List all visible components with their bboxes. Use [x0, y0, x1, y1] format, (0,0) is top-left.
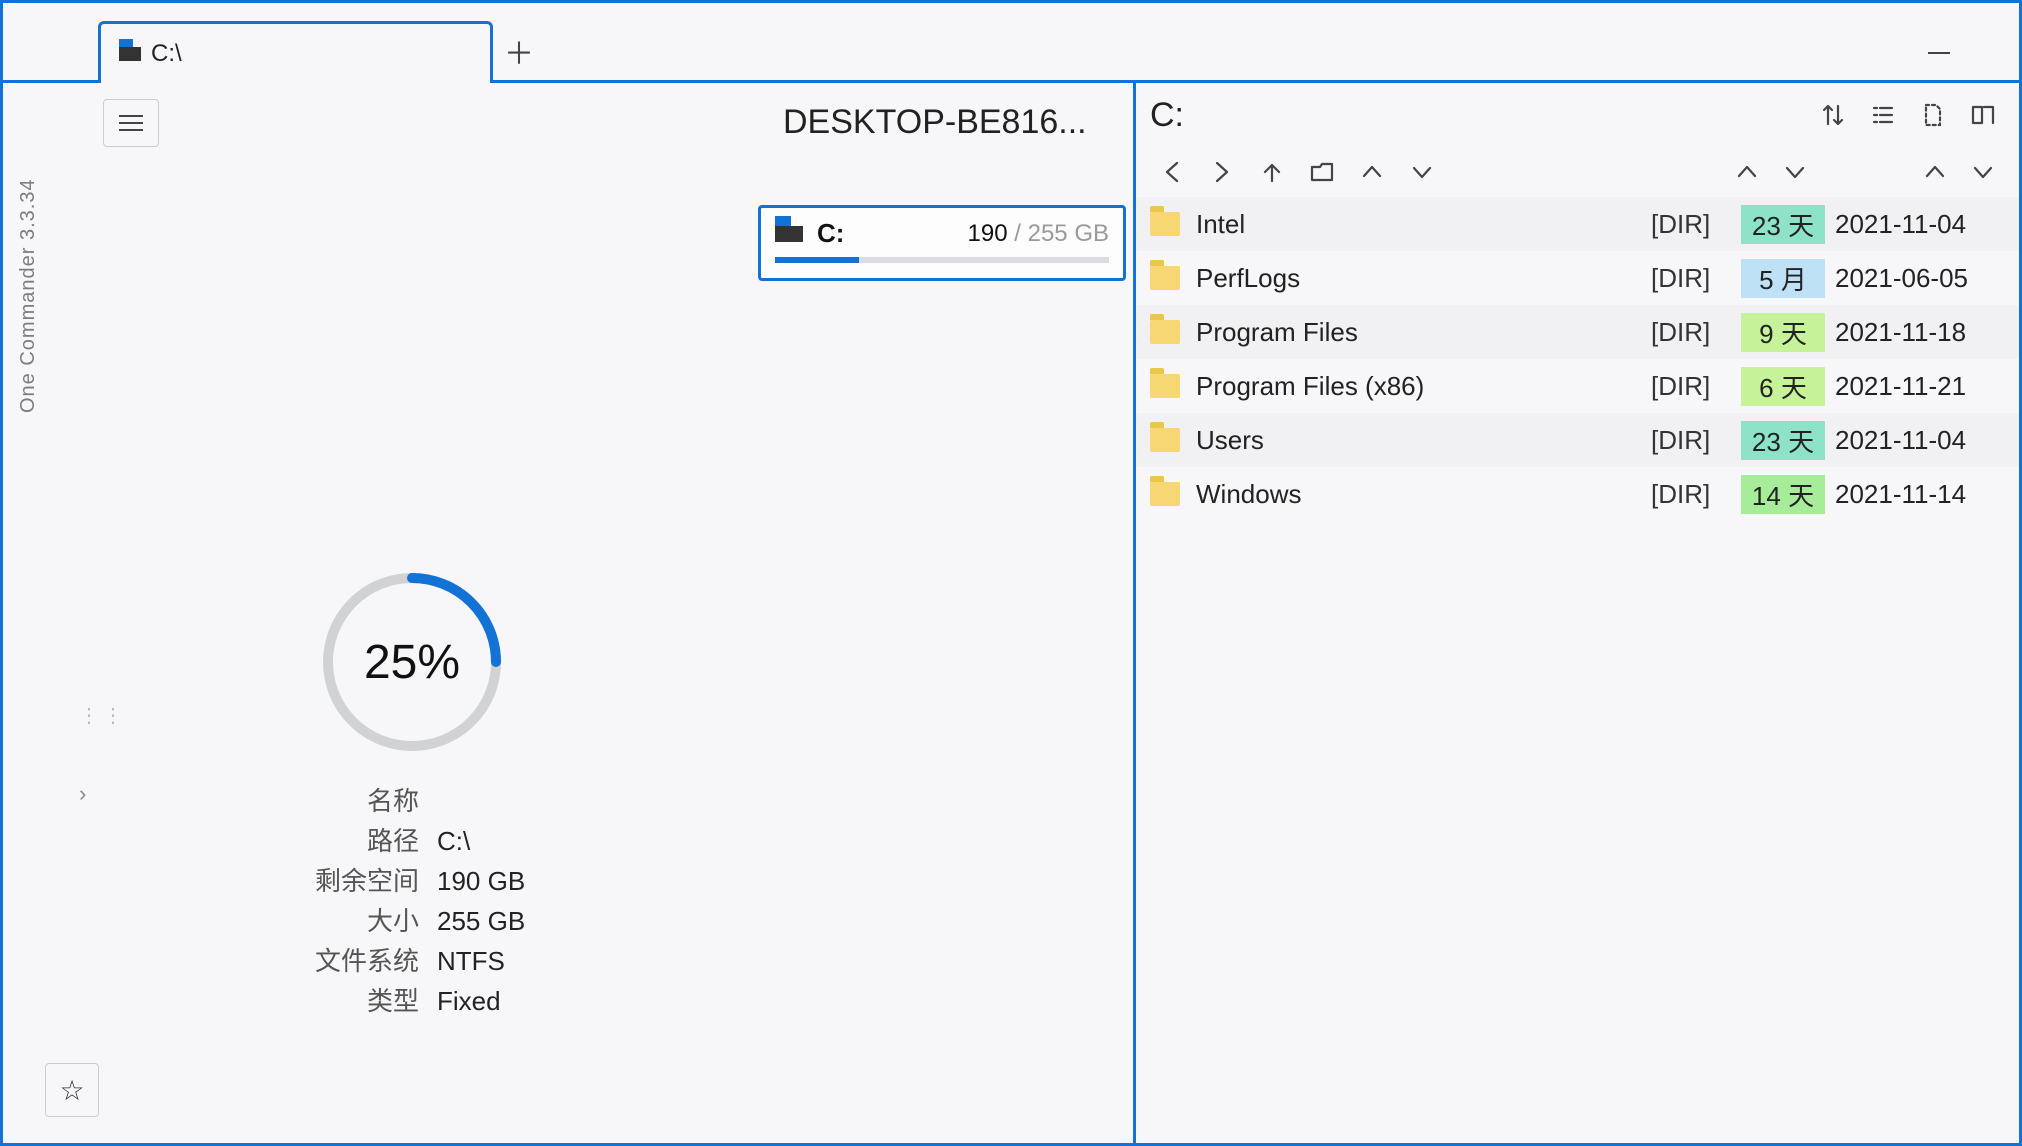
file-name: Program Files (x86) [1196, 371, 1651, 402]
app-window: One Commander 3.3.34 C:\ ＋ DESKTOP-BE816… [0, 0, 2022, 1146]
folder-icon [1150, 212, 1180, 236]
info-name-label: 名称 [301, 781, 419, 821]
file-type: [DIR] [1651, 371, 1731, 402]
drive-info-table: 名称 路径 C:\ 剩余空间 190 GB 大小 255 GB 文件系统 NTFS 类型… [301, 781, 525, 1021]
info-type-label: 类型 [301, 981, 419, 1021]
info-size-value: 255 GB [437, 901, 525, 941]
list-view-icon[interactable] [1861, 93, 1905, 137]
info-type-value: Fixed [437, 981, 501, 1021]
file-name: PerfLogs [1196, 263, 1651, 294]
chevron-up-icon[interactable] [1350, 150, 1394, 194]
file-age: 5 月 [1741, 259, 1825, 298]
file-age: 9 天 [1741, 313, 1825, 352]
nav-forward-button[interactable] [1200, 150, 1244, 194]
info-fs-label: 文件系统 [301, 941, 419, 981]
sort-col2-down-icon[interactable] [1773, 150, 1817, 194]
usage-percent: 25% [317, 567, 507, 757]
file-row[interactable]: Windows[DIR] 14 天 2021-11-14 [1136, 467, 2019, 521]
menu-button[interactable] [103, 99, 159, 147]
folder-icon [1150, 320, 1180, 344]
dual-pane-icon[interactable] [1961, 93, 2005, 137]
usage-ring: 25% [317, 567, 507, 757]
file-row[interactable]: Users[DIR] 23 天 2021-11-04 [1136, 413, 2019, 467]
file-date: 2021-11-18 [1835, 317, 2005, 348]
file-type: [DIR] [1651, 263, 1731, 294]
info-fs-value: NTFS [437, 941, 505, 981]
nav-back-button[interactable] [1150, 150, 1194, 194]
folder-picker-icon[interactable] [1300, 150, 1344, 194]
nav-up-button[interactable] [1250, 150, 1294, 194]
file-name: Users [1196, 425, 1651, 456]
tab-c-drive[interactable]: C:\ [98, 21, 493, 83]
file-type: [DIR] [1651, 425, 1731, 456]
file-age: 6 天 [1741, 367, 1825, 406]
file-row[interactable]: Program Files (x86)[DIR] 6 天 2021-11-21 [1136, 359, 2019, 413]
tab-bar: C:\ ＋ [98, 21, 545, 83]
sort-toggle-icon[interactable] [1811, 93, 1855, 137]
file-name: Program Files [1196, 317, 1651, 348]
file-pane-header: C: [1136, 83, 2019, 147]
drive-name: C: [817, 218, 844, 249]
file-type: [DIR] [1651, 209, 1731, 240]
folder-icon [1150, 428, 1180, 452]
capacity-bar [775, 257, 1109, 263]
file-age: 14 天 [1741, 475, 1825, 514]
folder-icon [1150, 374, 1180, 398]
file-name: Windows [1196, 479, 1651, 510]
sort-col3-down-icon[interactable] [1961, 150, 2005, 194]
folder-icon [1150, 266, 1180, 290]
folder-icon [1150, 482, 1180, 506]
new-tab-button[interactable]: ＋ [493, 21, 545, 83]
favorites-button[interactable]: ☆ [45, 1063, 99, 1117]
hostname-label: DESKTOP-BE816... [783, 103, 1123, 142]
drag-handle[interactable]: ⋮⋮ [79, 703, 127, 728]
file-type: [DIR] [1651, 317, 1731, 348]
file-row[interactable]: PerfLogs[DIR] 5 月 2021-06-05 [1136, 251, 2019, 305]
expand-button[interactable]: › [79, 781, 86, 807]
file-age: 23 天 [1741, 205, 1825, 244]
file-date: 2021-11-14 [1835, 479, 2005, 510]
drive-icon [119, 47, 141, 61]
drive-card[interactable]: C: 190 / 255 GB [758, 205, 1126, 281]
info-path-label: 路径 [301, 821, 419, 861]
app-title: One Commander 3.3.34 [17, 113, 47, 413]
chevron-down-icon[interactable] [1400, 150, 1444, 194]
info-free-value: 190 GB [437, 861, 525, 901]
nav-toolbar [1136, 147, 2019, 197]
tab-label: C:\ [151, 40, 182, 68]
info-size-label: 大小 [301, 901, 419, 941]
current-path[interactable]: C: [1150, 96, 1805, 135]
minimize-button[interactable] [1909, 33, 1969, 73]
sort-col2-up-icon[interactable] [1725, 150, 1769, 194]
drive-capacity: 190 / 255 GB [968, 220, 1109, 248]
file-type: [DIR] [1651, 479, 1731, 510]
file-date: 2021-11-21 [1835, 371, 2005, 402]
file-date: 2021-11-04 [1835, 209, 2005, 240]
new-file-icon[interactable] [1911, 93, 1955, 137]
file-list: Intel[DIR]23 天2021-11-04PerfLogs[DIR]5 月… [1136, 197, 2019, 521]
file-pane: C: [1136, 83, 2019, 1143]
file-row[interactable]: Program Files[DIR] 9 天 2021-11-18 [1136, 305, 2019, 359]
file-date: 2021-11-04 [1835, 425, 2005, 456]
drive-icon [775, 226, 803, 242]
info-free-label: 剩余空间 [301, 861, 419, 901]
info-path-value: C:\ [437, 821, 470, 861]
file-age: 23 天 [1741, 421, 1825, 460]
file-row[interactable]: Intel[DIR] 23 天 2021-11-04 [1136, 197, 2019, 251]
tabbar-border [3, 80, 98, 83]
sort-col3-up-icon[interactable] [1913, 150, 1957, 194]
file-date: 2021-06-05 [1835, 263, 2005, 294]
file-name: Intel [1196, 209, 1651, 240]
